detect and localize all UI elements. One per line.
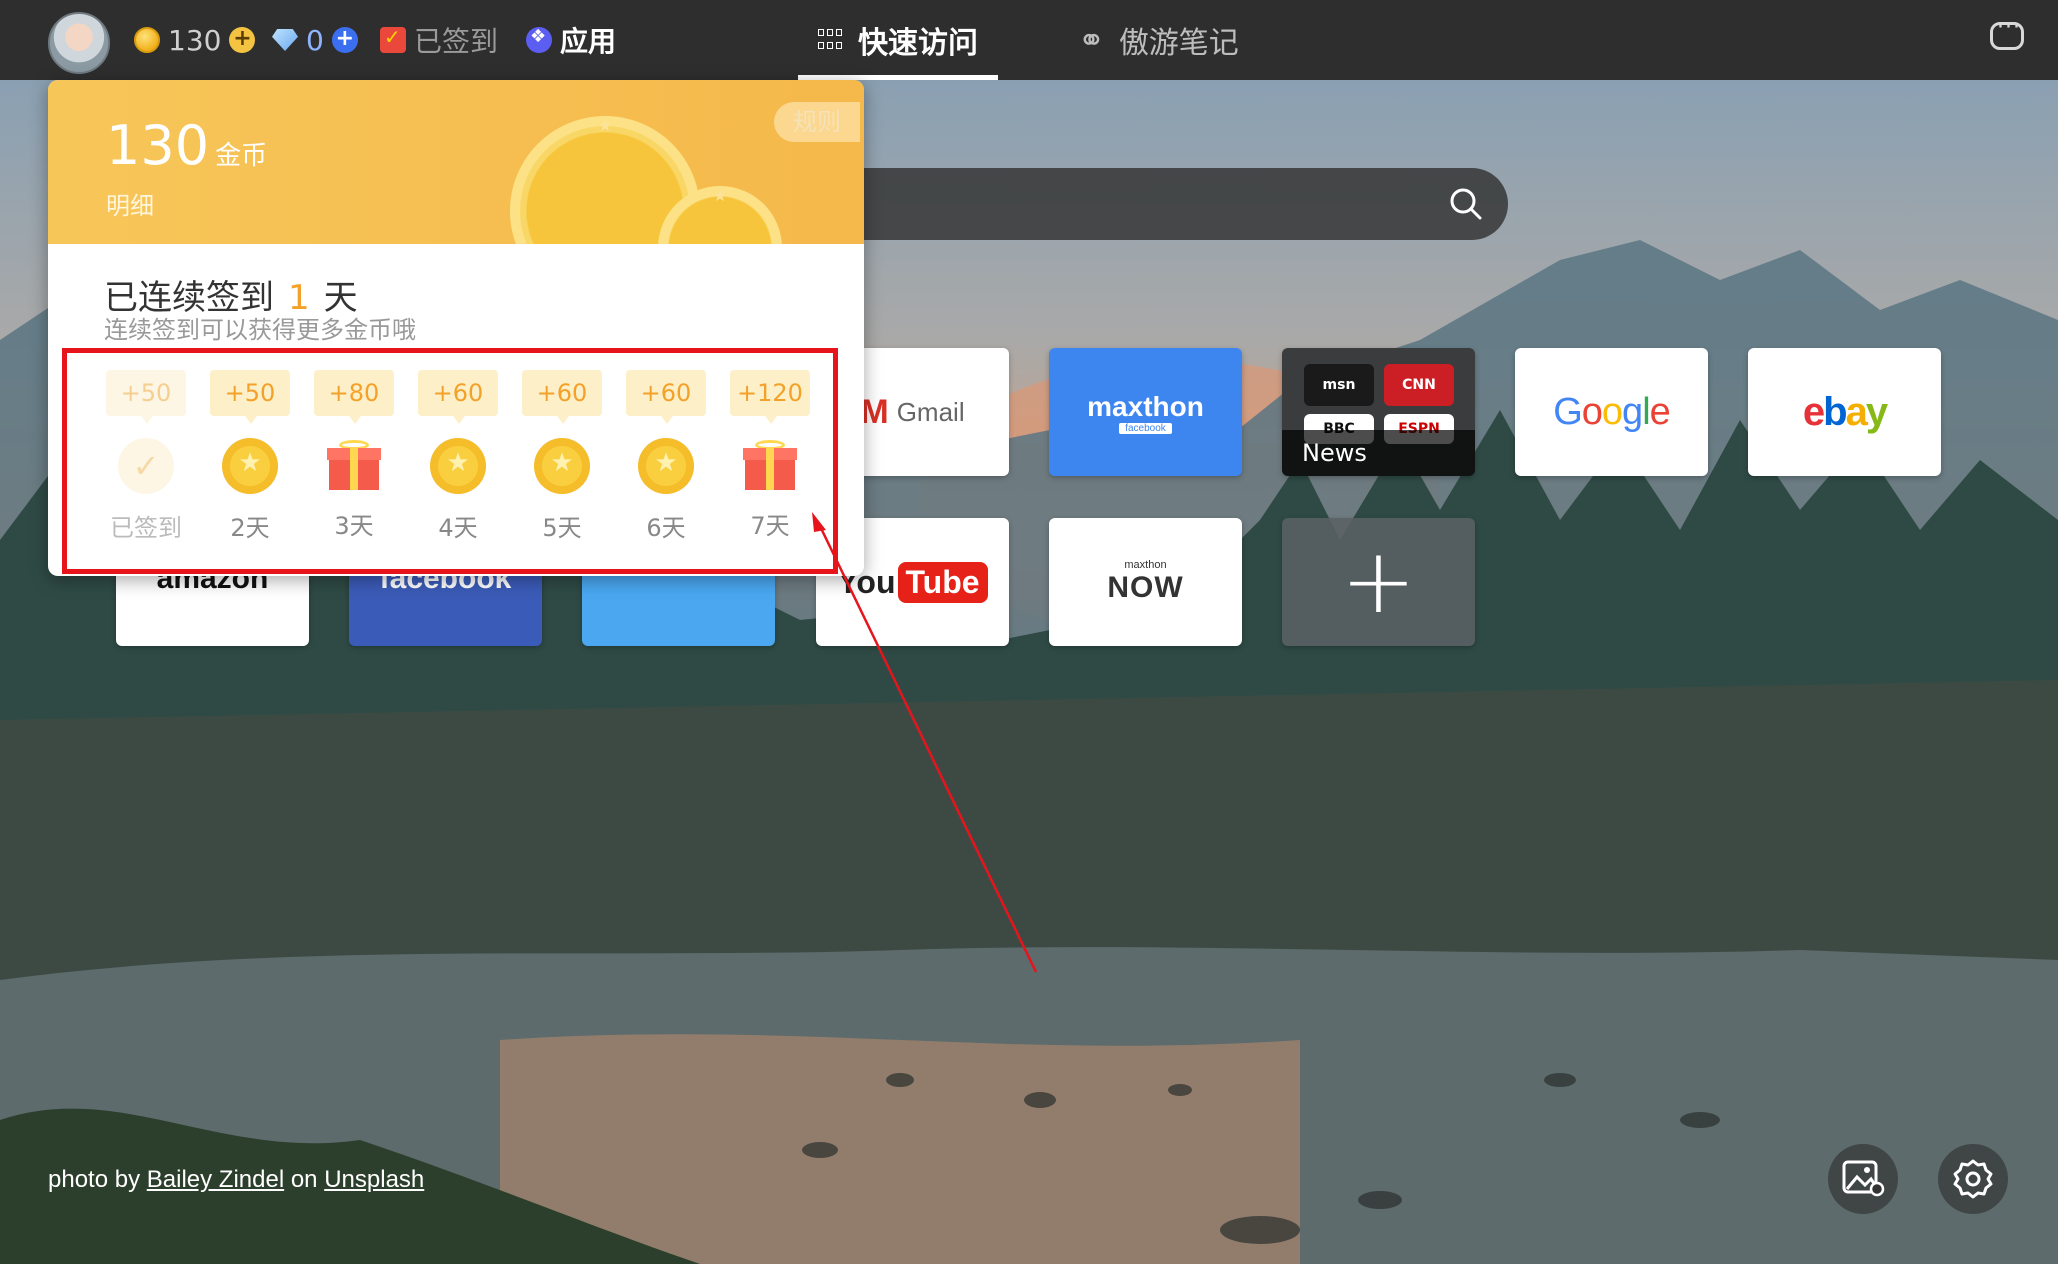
- coin-balance[interactable]: 130 +: [134, 22, 256, 58]
- msn-logo: msn: [1304, 364, 1374, 406]
- chat-icon[interactable]: [1990, 15, 2024, 50]
- add-tile-button[interactable]: +: [1282, 518, 1475, 646]
- tile-label: Gmail: [896, 396, 965, 427]
- author-link[interactable]: Bailey Zindel: [147, 1166, 284, 1193]
- tile-maxthon-now[interactable]: maxthon NOW: [1049, 518, 1242, 646]
- tile-ebay[interactable]: ebay: [1748, 348, 1941, 476]
- notes-icon: ⚭: [1078, 21, 1105, 59]
- coin-amount: 130 金币: [106, 114, 267, 177]
- coin-count: 130: [168, 23, 222, 57]
- unsplash-link[interactable]: Unsplash: [324, 1166, 424, 1193]
- tile-label: News: [1282, 430, 1475, 476]
- settings-button[interactable]: [1938, 1144, 2008, 1214]
- diamond-count: 0: [306, 23, 324, 57]
- add-diamonds-icon[interactable]: +: [331, 27, 358, 53]
- tile-maxthon[interactable]: maxthon facebook: [1049, 348, 1242, 476]
- photo-credit: photo by Bailey Zindel on Unsplash: [48, 1166, 424, 1194]
- apps-label: 应用: [560, 25, 617, 58]
- apps-icon: [526, 26, 552, 53]
- avatar[interactable]: [48, 12, 110, 74]
- grid-icon: [818, 29, 844, 51]
- gmail-icon: M: [860, 392, 889, 431]
- coin-icon: [134, 27, 160, 53]
- tile-news[interactable]: msn CNN BBC ESPN News: [1282, 348, 1475, 476]
- popup-header: 130金币 明细 规则: [48, 80, 864, 244]
- wallpaper-icon: [1842, 1160, 1885, 1197]
- google-logo: Google: [1553, 390, 1671, 433]
- streak-subtitle: 连续签到可以获得更多金币哦: [104, 316, 416, 344]
- tile-label: NOW: [1107, 571, 1184, 604]
- cnn-logo: CNN: [1384, 364, 1454, 406]
- credit-mid: on: [290, 1166, 318, 1193]
- checkin-label: 已签到: [414, 25, 499, 58]
- apps-button[interactable]: 应用: [526, 22, 616, 58]
- tile-google[interactable]: Google: [1515, 348, 1708, 476]
- top-bar: 130 + 0 + 已签到 应用 快速访问 ⚭ 傲游笔记: [0, 0, 2058, 80]
- tile-sublabel: facebook: [1119, 422, 1172, 434]
- diamond-icon: [272, 29, 298, 51]
- coin-amount-value: 130: [106, 114, 210, 177]
- tab-label: 快速访问: [858, 26, 978, 61]
- checkin-status[interactable]: 已签到: [380, 22, 498, 58]
- ebay-logo: ebay: [1802, 389, 1888, 434]
- add-coins-icon[interactable]: +: [229, 27, 256, 53]
- tab-maxthon-notes[interactable]: ⚭ 傲游笔记: [1078, 0, 1239, 80]
- credit-prefix: photo by: [48, 1166, 141, 1193]
- wallpaper-button[interactable]: [1828, 1144, 1898, 1214]
- highlight-box: [62, 348, 838, 574]
- search-icon[interactable]: [1448, 186, 1484, 222]
- small-coin-decoration: [658, 186, 782, 244]
- tile-label: maxthon: [1087, 390, 1204, 422]
- tile-sublabel: maxthon: [1124, 559, 1167, 571]
- tab-quick-access[interactable]: 快速访问: [798, 0, 998, 80]
- detail-link[interactable]: 明细: [106, 186, 154, 221]
- coin-unit: 金币: [215, 141, 268, 171]
- youtube-tube: Tube: [897, 561, 988, 603]
- tab-label: 傲游笔记: [1118, 26, 1239, 61]
- gift-check-icon: [380, 25, 406, 53]
- diamond-balance[interactable]: 0 +: [272, 22, 358, 58]
- plus-icon: +: [1340, 529, 1417, 634]
- settings-icon: [1953, 1159, 1993, 1199]
- rules-button[interactable]: 规则: [774, 102, 860, 142]
